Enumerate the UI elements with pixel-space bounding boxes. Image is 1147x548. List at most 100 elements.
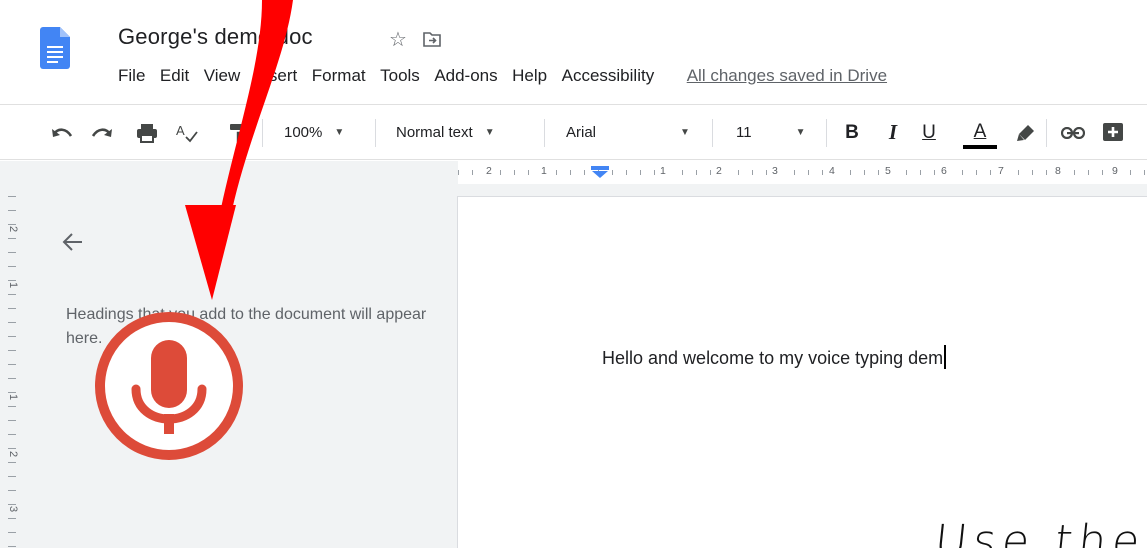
ruler-tick: [962, 170, 963, 175]
back-arrow-icon[interactable]: [60, 229, 86, 255]
highlight-pen-icon[interactable]: [1014, 105, 1038, 160]
ruler-tick: [584, 170, 585, 175]
paint-format-icon[interactable]: [226, 105, 250, 160]
ruler-tick: [822, 170, 823, 175]
ruler-tick: [808, 170, 809, 175]
ruler-tick: [1102, 170, 1103, 175]
document-body-text[interactable]: Hello and welcome to my voice typing dem: [602, 345, 947, 369]
ruler-tick: [8, 196, 16, 197]
document-page[interactable]: [458, 197, 1147, 548]
paragraph-style-value: Normal text: [396, 124, 473, 141]
ruler-label: 9: [1112, 165, 1118, 177]
ruler-label: 4: [829, 165, 835, 177]
ruler-tick: [8, 518, 16, 519]
paragraph-style-select[interactable]: Normal text ▼: [396, 105, 536, 160]
star-icon[interactable]: ☆: [387, 28, 409, 51]
document-title[interactable]: George's demo doc: [118, 24, 313, 50]
menu-addons[interactable]: Add-ons: [434, 66, 497, 86]
ruler-tick: [8, 476, 16, 477]
svg-text:A: A: [176, 123, 185, 138]
ruler-tick: [8, 392, 16, 393]
ruler-tick: [710, 170, 711, 175]
ruler-tick: [934, 170, 935, 175]
menu-accessibility[interactable]: Accessibility: [562, 66, 655, 86]
ruler-tick: [738, 170, 739, 175]
ruler-tick: [1088, 170, 1089, 175]
text-cursor: [944, 345, 947, 369]
ruler-tick: [640, 170, 641, 175]
ruler-tick: [696, 170, 697, 175]
text-color-button[interactable]: A: [962, 105, 998, 160]
ruler-tick: [8, 406, 16, 407]
chevron-down-icon: ▼: [795, 127, 806, 138]
ruler-tick: [864, 170, 865, 175]
ruler-label: 1: [660, 165, 666, 177]
ruler-tick: [920, 170, 921, 175]
menu-tools[interactable]: Tools: [380, 66, 420, 86]
save-status-link[interactable]: All changes saved in Drive: [687, 66, 887, 86]
ruler-label: 7: [998, 165, 1004, 177]
font-family-value: Arial: [566, 124, 597, 141]
font-size-select[interactable]: 11 ▼: [736, 105, 816, 160]
ruler-tick: [1046, 170, 1047, 175]
ruler-label: 1: [7, 281, 19, 289]
ruler-tick: [1032, 170, 1033, 175]
ruler-tick: [8, 336, 16, 337]
italic-button[interactable]: I: [882, 105, 904, 160]
underline-button[interactable]: U: [918, 105, 940, 160]
handwritten-caption: Use the: [932, 516, 1147, 548]
menu-format[interactable]: Format: [312, 66, 366, 86]
ruler-tick: [8, 462, 16, 463]
menu-help[interactable]: Help: [512, 66, 547, 86]
ruler-label: 6: [941, 165, 947, 177]
ruler-tick: [570, 170, 571, 175]
ruler-tick: [612, 170, 613, 175]
zoom-value: 100%: [284, 124, 323, 141]
ruler-tick: [8, 490, 16, 491]
indent-marker-icon[interactable]: [591, 166, 609, 178]
move-to-folder-icon[interactable]: [421, 28, 443, 50]
google-docs-logo[interactable]: [40, 27, 70, 69]
menu-insert[interactable]: Insert: [255, 66, 298, 86]
body-text: Hello and welcome to my voice typing dem: [602, 348, 944, 368]
ruler-label: 8: [1055, 165, 1061, 177]
ruler-tick: [556, 170, 557, 175]
undo-icon[interactable]: [48, 105, 76, 160]
ruler-tick: [8, 224, 16, 225]
ruler-label: 1: [541, 165, 547, 177]
insert-link-icon[interactable]: [1060, 105, 1086, 160]
ruler-tick: [1074, 170, 1075, 175]
ruler-tick: [8, 350, 16, 351]
menu-view[interactable]: View: [204, 66, 241, 86]
print-icon[interactable]: [134, 105, 160, 160]
horizontal-ruler-page-area: [458, 161, 1147, 184]
ruler-tick: [8, 448, 16, 449]
ruler-tick: [8, 532, 16, 533]
zoom-select[interactable]: 100% ▼: [284, 105, 364, 160]
ruler-tick: [682, 170, 683, 175]
insert-comment-icon[interactable]: [1100, 105, 1126, 160]
spellcheck-icon[interactable]: A: [175, 105, 199, 160]
ruler-tick: [8, 434, 16, 435]
microphone-icon[interactable]: [94, 311, 244, 461]
ruler-tick: [8, 266, 16, 267]
ruler-tick: [8, 280, 16, 281]
ruler-tick: [500, 170, 501, 175]
ruler-label: 2: [716, 165, 722, 177]
ruler-tick: [654, 170, 655, 175]
menu-file[interactable]: File: [118, 66, 145, 86]
ruler-tick: [1144, 170, 1145, 175]
ruler-label: 2: [7, 225, 19, 233]
chevron-down-icon: ▼: [334, 127, 345, 138]
menu-edit[interactable]: Edit: [160, 66, 189, 86]
redo-icon[interactable]: [88, 105, 116, 160]
chevron-down-icon: ▼: [484, 127, 495, 138]
ruler-label: 2: [7, 450, 19, 458]
ruler-tick: [906, 170, 907, 175]
ruler-tick: [8, 420, 16, 421]
ruler-tick: [8, 378, 16, 379]
bold-button[interactable]: B: [840, 105, 864, 160]
font-family-select[interactable]: Arial ▼: [566, 105, 696, 160]
ruler-tick: [766, 170, 767, 175]
chevron-down-icon: ▼: [680, 127, 690, 138]
